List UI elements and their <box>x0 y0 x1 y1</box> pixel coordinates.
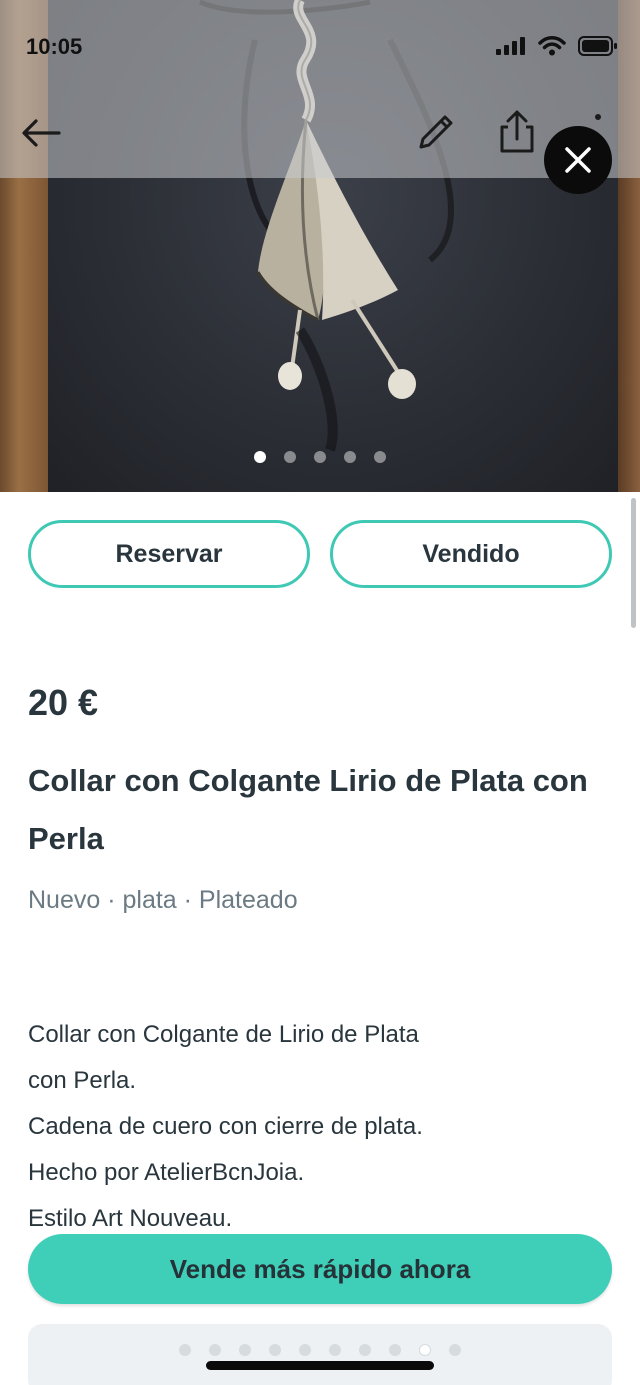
gallery-dot[interactable] <box>284 451 296 463</box>
promo-dot[interactable] <box>389 1344 401 1356</box>
description-line: Hecho por AtelierBcnJoia. <box>28 1159 305 1186</box>
product-price: 20 € <box>28 682 99 723</box>
gallery-dot[interactable] <box>374 451 386 463</box>
close-icon <box>565 147 591 173</box>
promo-dot[interactable] <box>419 1344 431 1356</box>
description-line: Cadena de cuero con cierre de plata. <box>28 1113 423 1140</box>
description-line: Collar con Colgante de Lirio de Plata <box>28 1021 419 1048</box>
promo-dot[interactable] <box>299 1344 311 1356</box>
status-time: 10:05 <box>26 34 83 59</box>
product-title: Collar con Colgante Lirio de Plata con P… <box>28 763 588 856</box>
edit-button[interactable] <box>410 108 460 158</box>
wifi-icon <box>538 36 566 56</box>
promo-dot[interactable] <box>179 1344 191 1356</box>
sell-faster-button[interactable]: Vende más rápido ahora <box>28 1234 612 1304</box>
close-button[interactable] <box>544 126 612 194</box>
share-button[interactable] <box>492 106 542 158</box>
product-image-gallery[interactable] <box>0 0 640 492</box>
signal-icon <box>496 37 525 55</box>
home-indicator[interactable] <box>206 1361 434 1370</box>
promo-dot[interactable] <box>269 1344 281 1356</box>
share-icon <box>500 110 534 153</box>
gallery-dot[interactable] <box>344 451 356 463</box>
reserve-button[interactable]: Reservar <box>28 520 310 588</box>
arrow-left-icon <box>22 119 61 147</box>
gallery-dot[interactable] <box>314 451 326 463</box>
description-line: con Perla. <box>28 1067 137 1094</box>
promo-dot[interactable] <box>239 1344 251 1356</box>
sold-button[interactable]: Vendido <box>330 520 612 588</box>
battery-icon <box>578 36 617 56</box>
back-button[interactable] <box>18 110 64 156</box>
scrollbar[interactable] <box>631 498 636 628</box>
product-attributes: Nuevo · plata · Plateado <box>28 886 298 914</box>
gallery-dot[interactable] <box>254 451 266 463</box>
promo-dot[interactable] <box>449 1344 461 1356</box>
status-icons <box>496 36 618 56</box>
status-bar: 10:05 <box>0 28 640 68</box>
gallery-pagination <box>0 451 640 463</box>
pencil-icon <box>419 115 453 149</box>
product-description: Collar con Colgante de Lirio de Plata co… <box>28 1012 618 1242</box>
promo-dot[interactable] <box>329 1344 341 1356</box>
promo-pagination <box>0 1344 640 1356</box>
promo-dot[interactable] <box>209 1344 221 1356</box>
promo-dot[interactable] <box>359 1344 371 1356</box>
